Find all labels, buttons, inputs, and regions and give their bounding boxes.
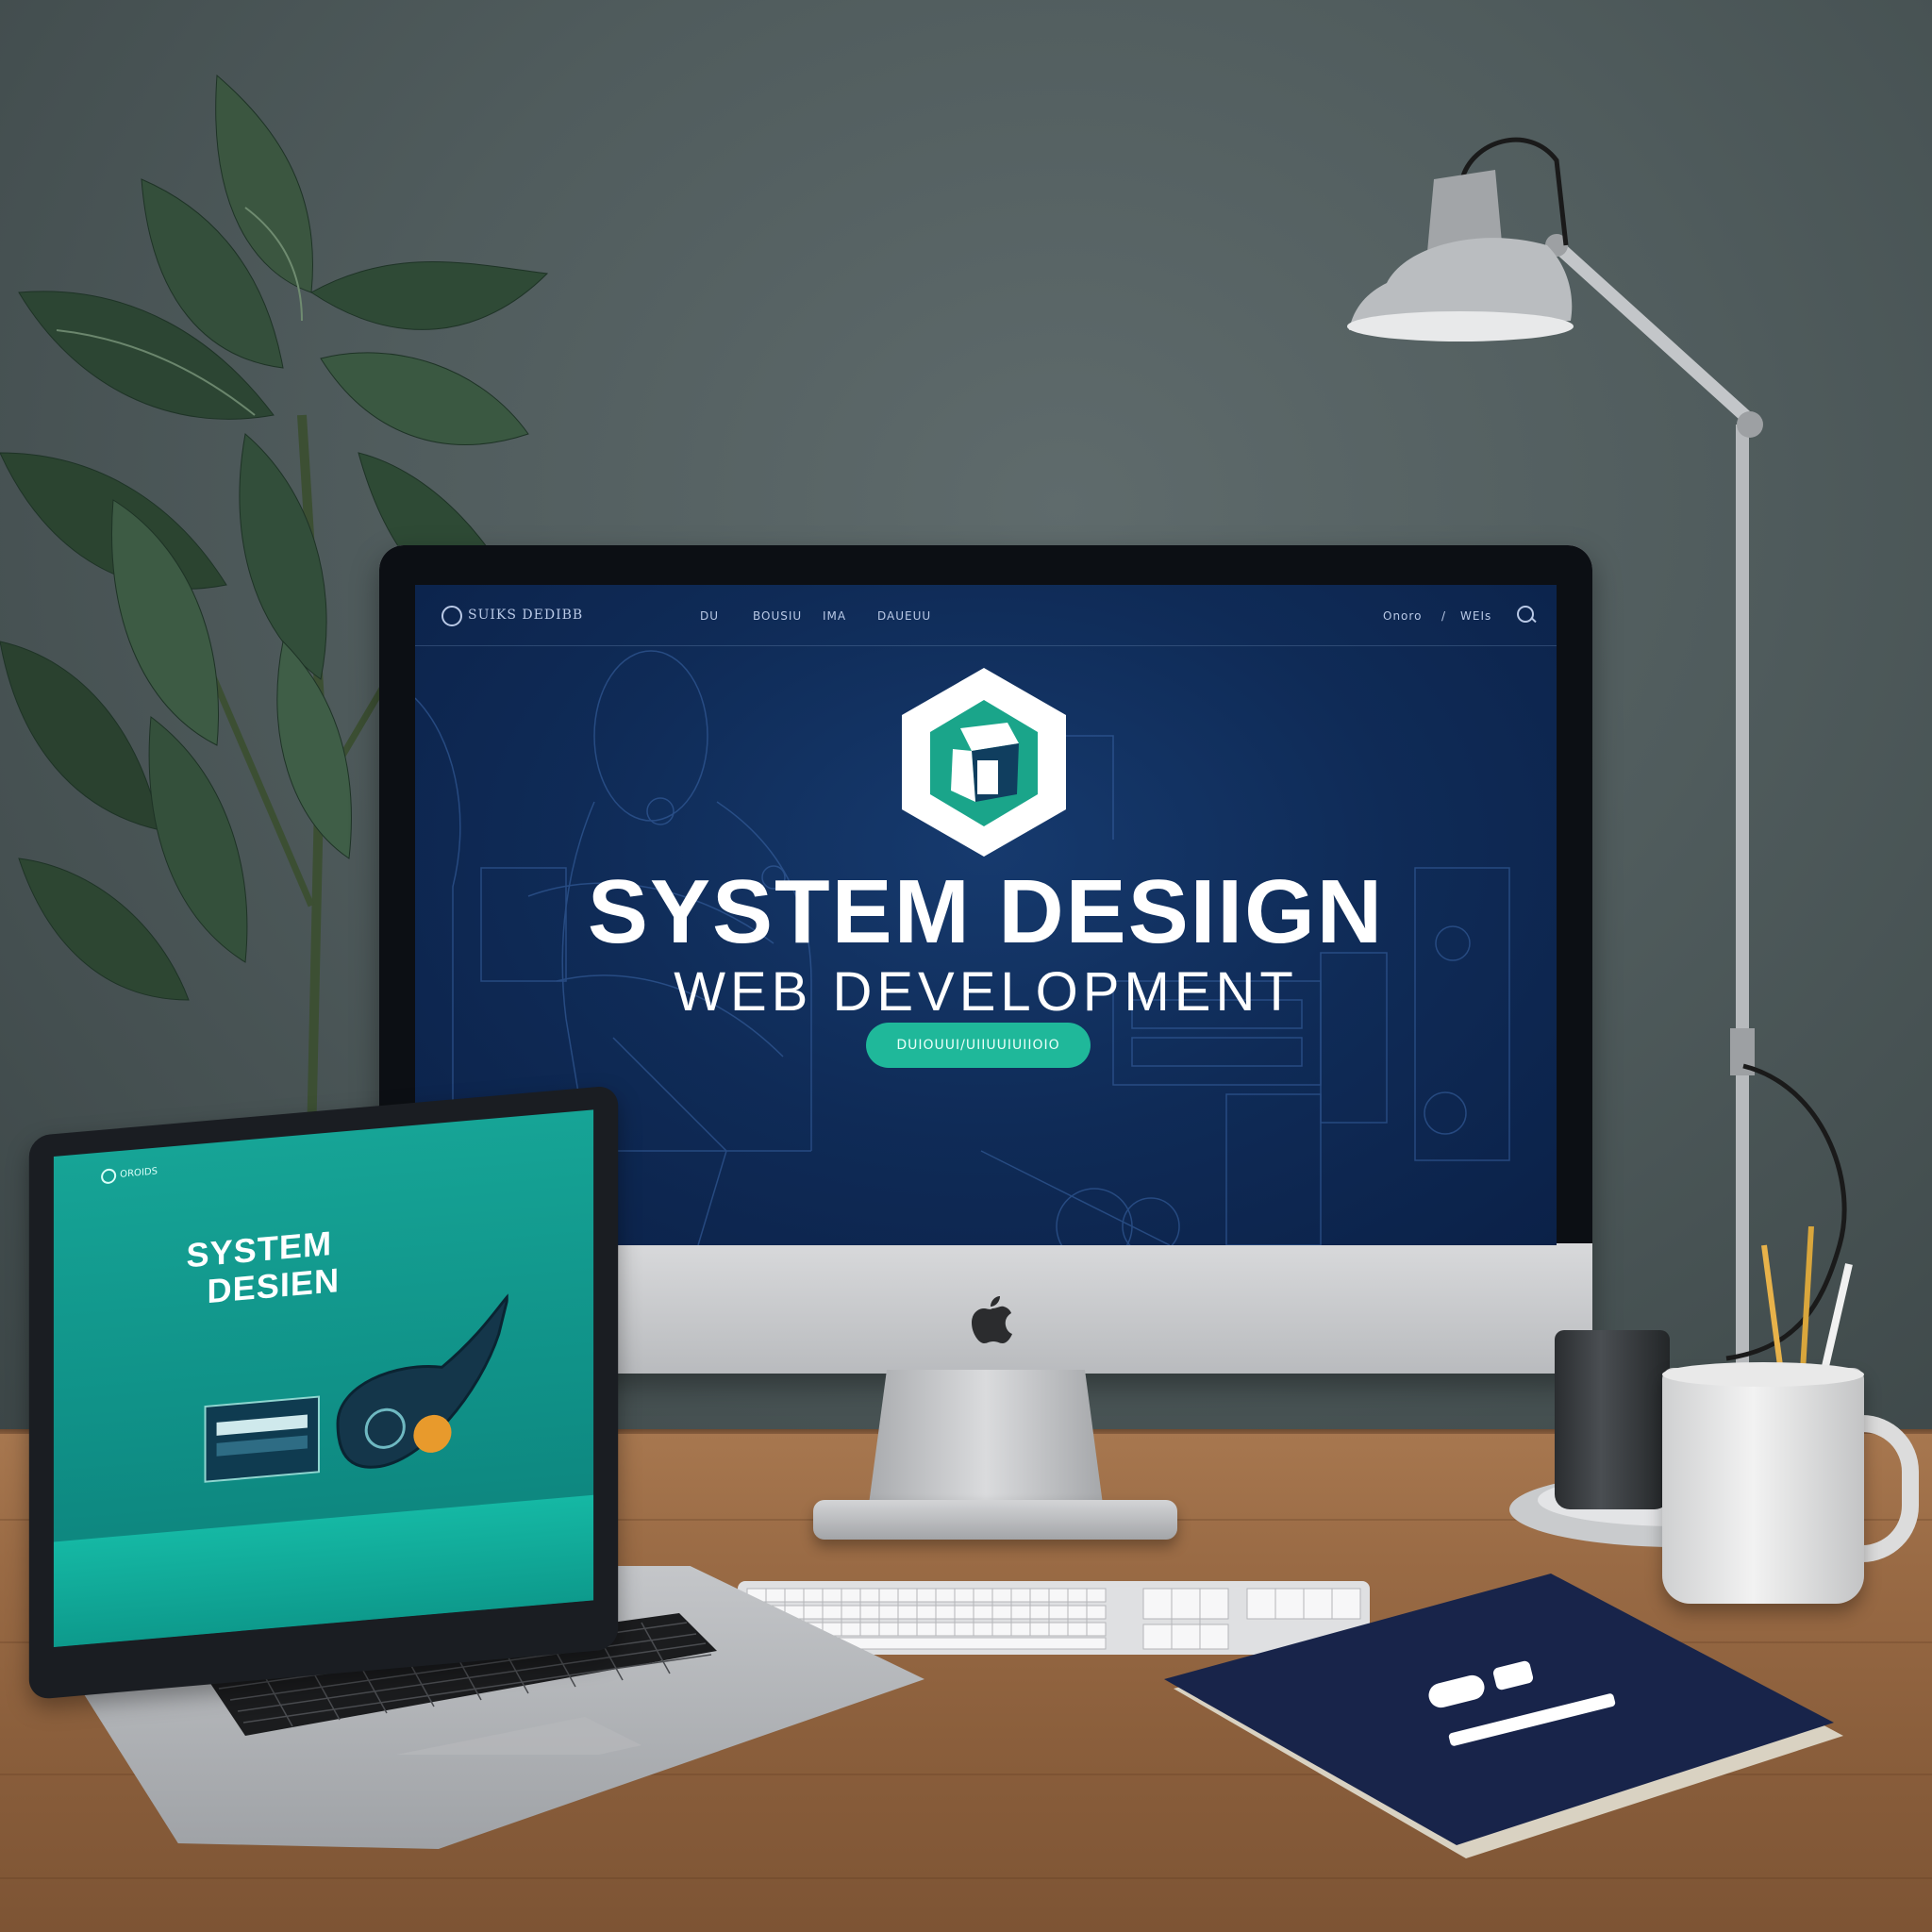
nav-link-right-1[interactable]: Onoro	[1383, 609, 1422, 623]
hexagon-logo-icon	[902, 668, 1066, 857]
laptop-hero-illustration	[204, 1291, 508, 1483]
nav-link-right-2[interactable]: WEIs	[1460, 609, 1491, 623]
laptop-brand[interactable]: OROIDS	[120, 1166, 158, 1179]
search-icon[interactable]	[1517, 606, 1534, 623]
laptop-screen: OROIDS SYSTEM DESIEN	[53, 1109, 594, 1648]
apple-logo-icon	[972, 1296, 1012, 1343]
hero-cta-button[interactable]: DUIOUUI/UIIUUIUIIOIO	[866, 1023, 1091, 1068]
wood-grain	[0, 1877, 1932, 1879]
nav-link-3[interactable]: IMA	[823, 609, 846, 623]
white-mug	[1662, 1368, 1864, 1604]
nav-link-2[interactable]: BOUSIU	[753, 609, 802, 623]
nav-link-4[interactable]: DAUEUU	[877, 609, 931, 623]
nav-brand[interactable]: SUIKS DEDIBB	[468, 608, 583, 623]
imac-stand	[868, 1370, 1104, 1511]
site-navbar: SUIKS DEDIBB DU BOUSIU IMA DAUEUU Onoro …	[415, 585, 1557, 646]
nav-link-1[interactable]: DU	[700, 609, 719, 623]
laptop-footer-band	[53, 1494, 594, 1648]
mug-rim	[1662, 1362, 1864, 1387]
laptop-logo-icon[interactable]	[101, 1168, 117, 1185]
brand-logo-icon[interactable]	[441, 606, 462, 626]
imac-stand-base	[813, 1500, 1177, 1540]
hero-title: SYSTEM DESIIGN	[587, 861, 1385, 962]
dark-cup	[1555, 1330, 1670, 1509]
laptop-lid: OROIDS SYSTEM DESIEN	[28, 1085, 619, 1701]
hero-subtitle: WEB DEVELOPMENT	[674, 961, 1298, 1023]
notebook	[1164, 1574, 1843, 1858]
nav-separator: /	[1441, 609, 1447, 623]
